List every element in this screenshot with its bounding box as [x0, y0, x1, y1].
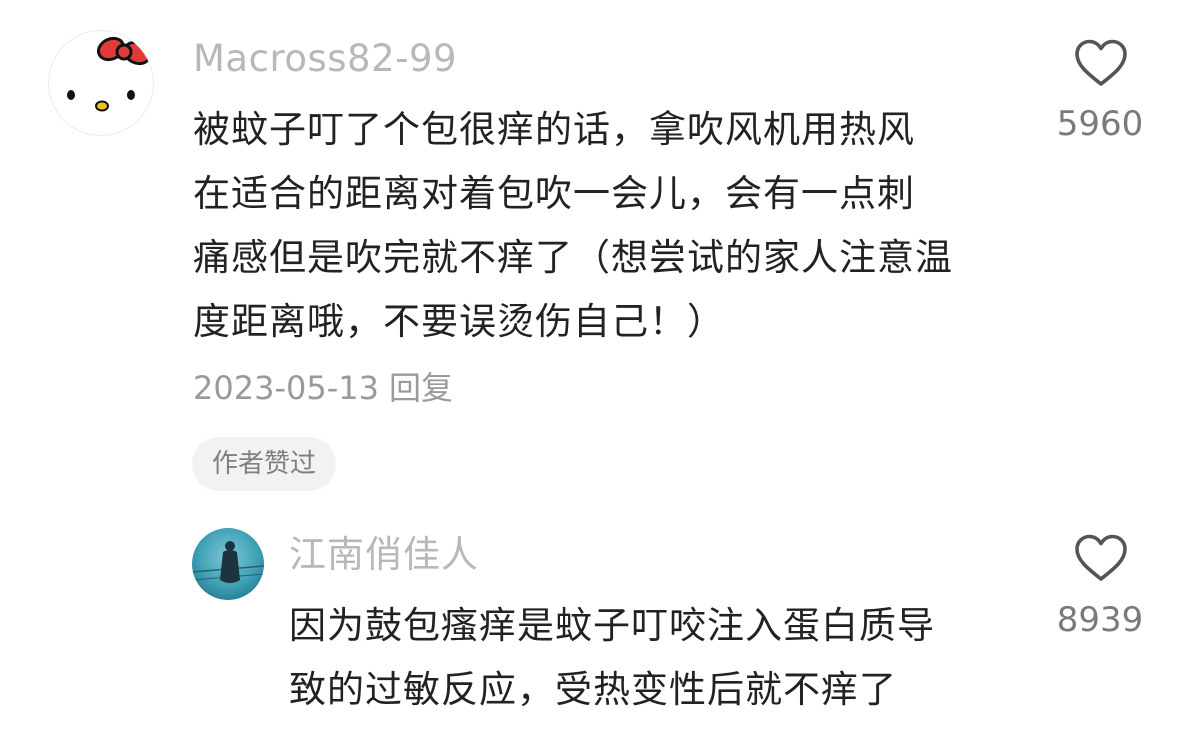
comment-date: 2023-05-13 — [193, 369, 379, 407]
silhouette-teal-avatar-icon — [192, 528, 264, 600]
avatar[interactable] — [48, 30, 154, 136]
comment-meta: 2023-05-13 回复 — [193, 366, 453, 410]
like-count: 5960 — [1056, 104, 1144, 144]
reply-button[interactable]: 回复 — [389, 369, 453, 407]
avatar[interactable] — [192, 528, 264, 600]
heart-outline-icon — [1075, 39, 1127, 86]
reply-text-line: 因为鼓包瘙痒是蚊子叮咬注入蛋白质导 — [289, 604, 935, 647]
comment-text-line: 被蚊子叮了个包很痒的话，拿吹风机用热风 — [193, 108, 915, 151]
like-count: 8939 — [1056, 600, 1144, 640]
hello-kitty-avatar-icon — [67, 36, 152, 112]
comment-text-line: 度距离哦，不要误烫伤自己！） — [193, 300, 725, 343]
reply-username[interactable]: 江南俏佳人 — [289, 532, 479, 578]
like-button[interactable] — [1073, 533, 1129, 583]
reply-text: 因为鼓包瘙痒是蚊子叮咬注入蛋白质导 致的过敏反应，受热变性后就不痒了 — [289, 594, 1029, 722]
reply-text-line: 致的过敏反应，受热变性后就不痒了 — [289, 668, 897, 711]
heart-outline-icon — [1075, 534, 1127, 581]
comment-username[interactable]: Macross82-99 — [193, 36, 457, 82]
comment-text: 被蚊子叮了个包很痒的话，拿吹风机用热风 在适合的距离对着包吹一会儿，会有一点刺 … — [193, 98, 1033, 354]
comment-text-line: 在适合的距离对着包吹一会儿，会有一点刺 — [193, 172, 915, 215]
author-liked-badge: 作者赞过 — [192, 437, 337, 491]
comment-text-line: 痛感但是吹完就不痒了（想尝试的家人注意温 — [193, 236, 953, 279]
like-button[interactable] — [1073, 38, 1129, 88]
